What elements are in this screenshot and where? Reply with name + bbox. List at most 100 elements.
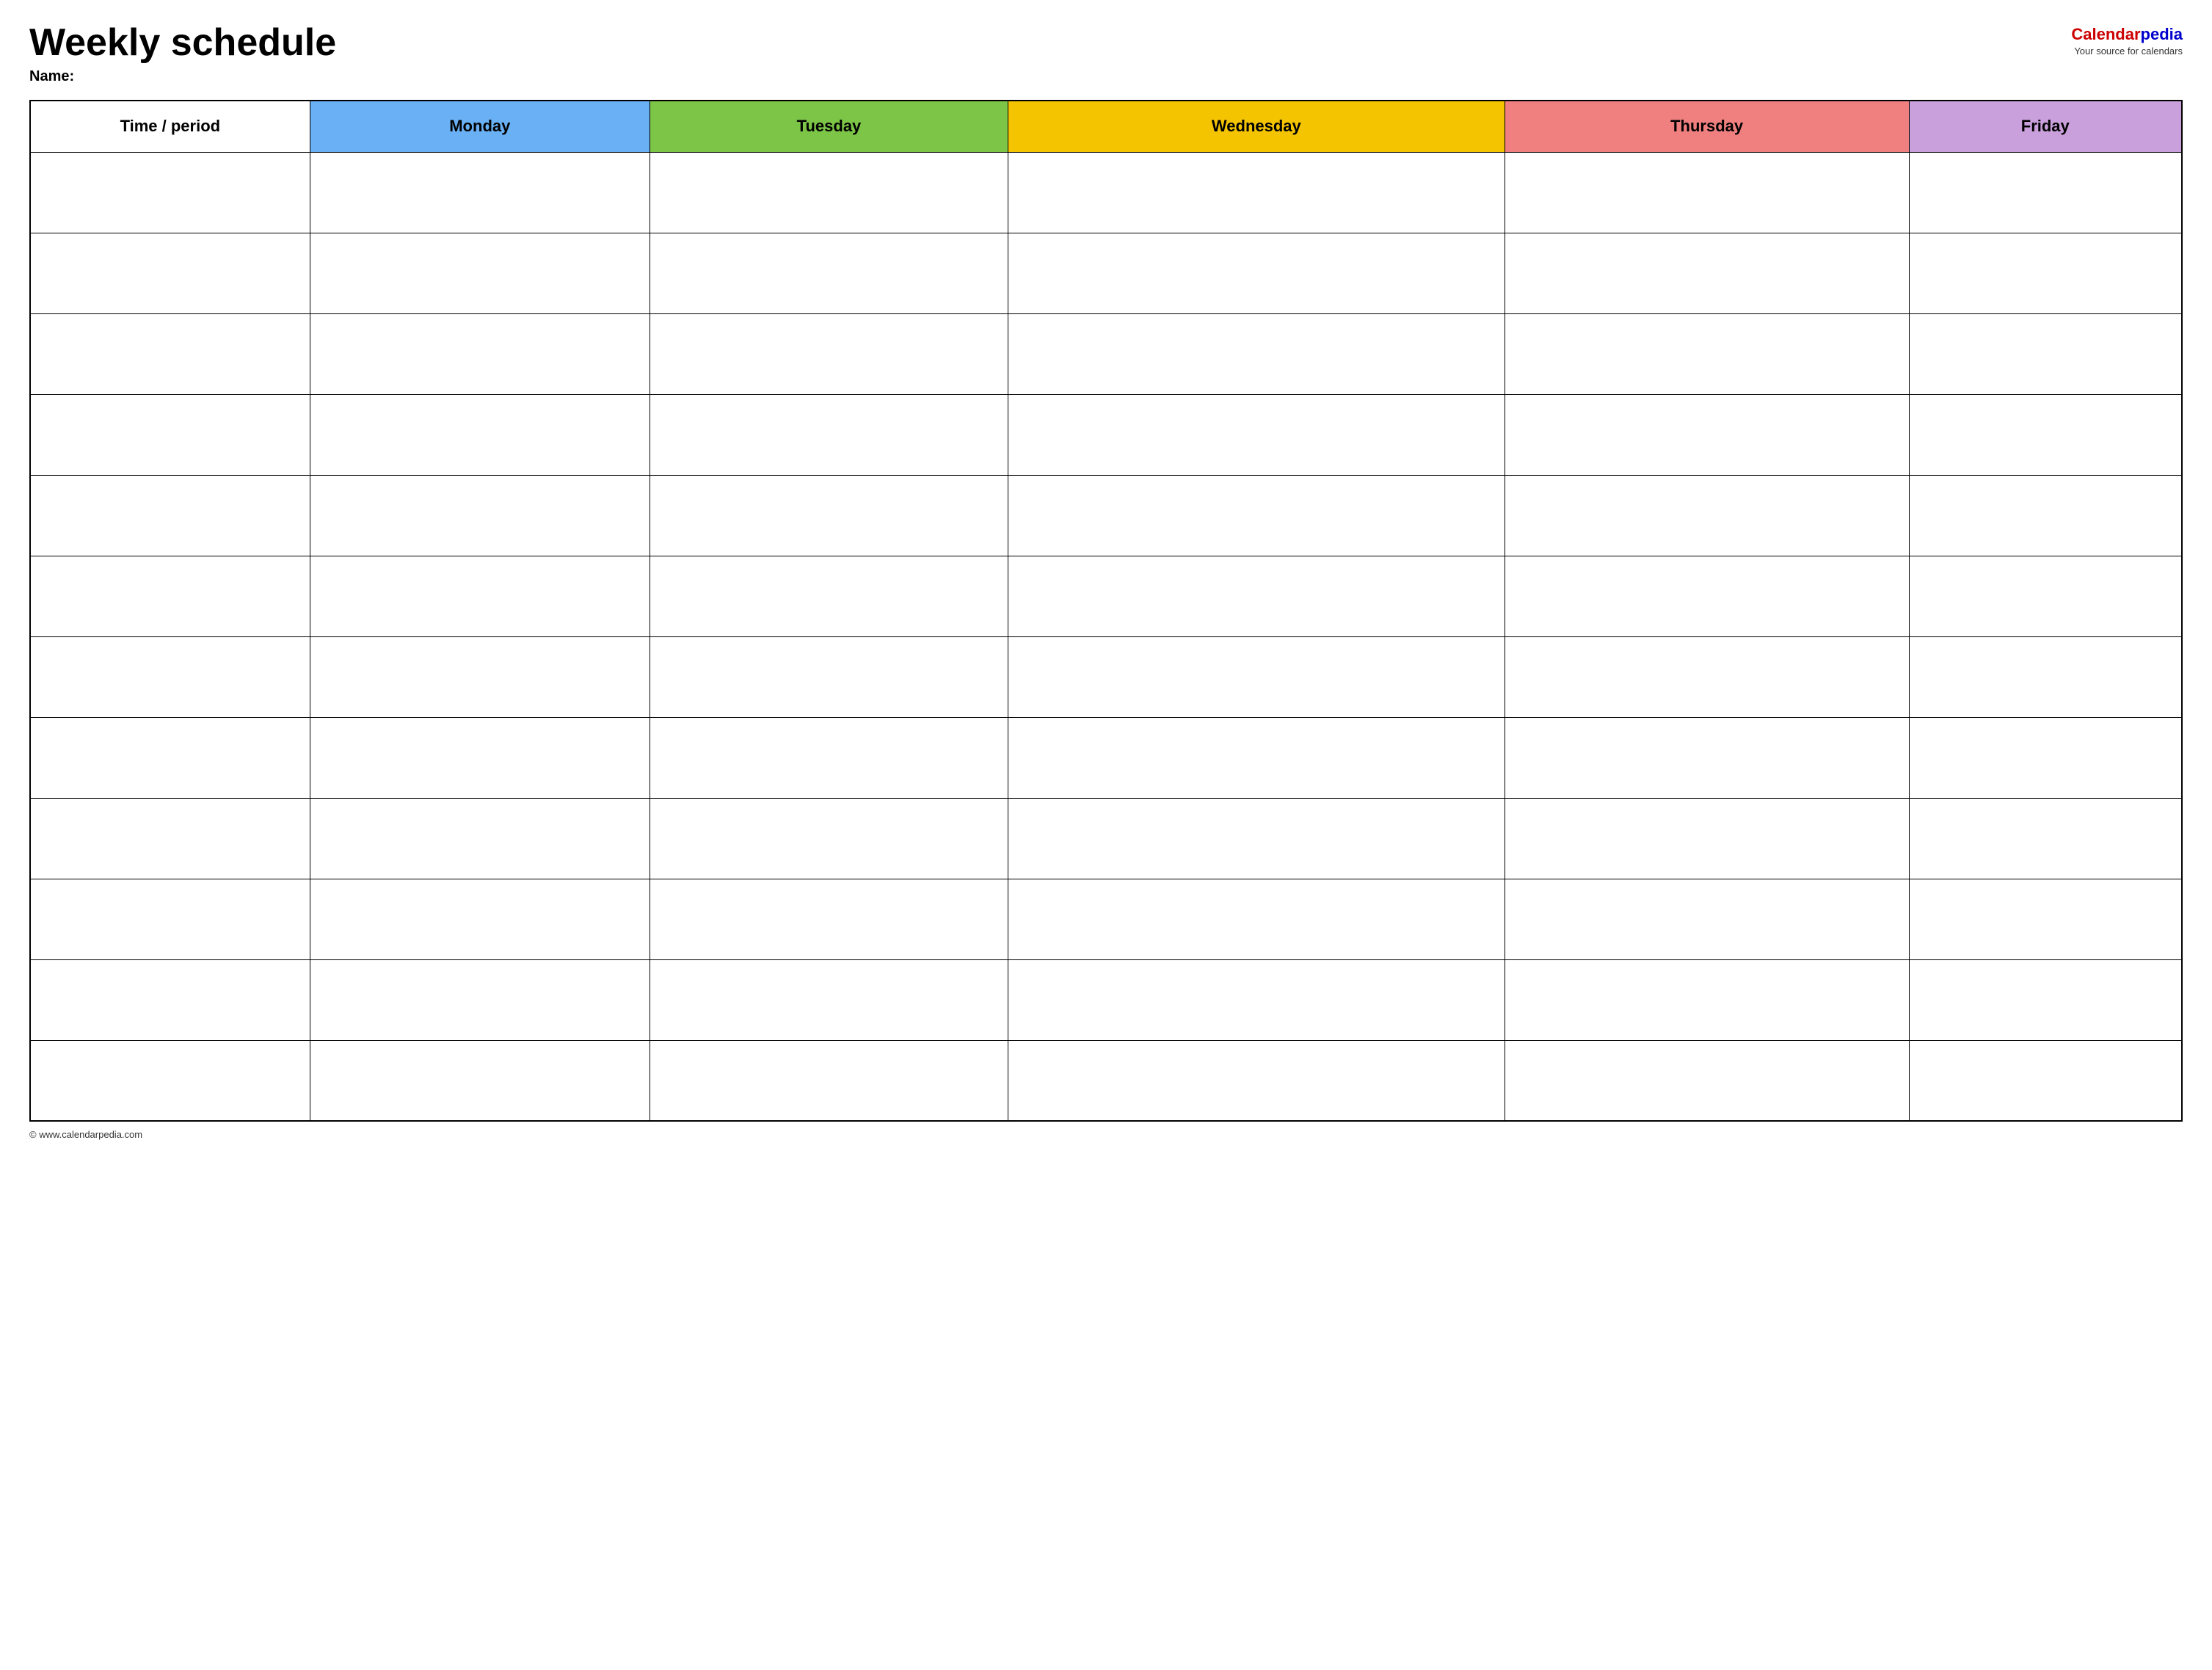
schedule-cell[interactable] bbox=[650, 717, 1008, 798]
schedule-cell[interactable] bbox=[1008, 233, 1505, 313]
table-row bbox=[30, 152, 2182, 233]
table-row bbox=[30, 717, 2182, 798]
table-row bbox=[30, 475, 2182, 556]
schedule-cell[interactable] bbox=[310, 798, 650, 879]
copyright: © www.calendarpedia.com bbox=[29, 1129, 142, 1140]
time-cell[interactable] bbox=[30, 394, 310, 475]
schedule-cell[interactable] bbox=[650, 556, 1008, 636]
logo-text: Calendarpedia bbox=[2071, 25, 2183, 44]
schedule-cell[interactable] bbox=[1505, 959, 1909, 1040]
header-row: Time / period Monday Tuesday Wednesday T… bbox=[30, 101, 2182, 152]
schedule-cell[interactable] bbox=[1008, 313, 1505, 394]
time-cell[interactable] bbox=[30, 717, 310, 798]
schedule-cell[interactable] bbox=[650, 636, 1008, 717]
schedule-cell[interactable] bbox=[1008, 879, 1505, 959]
schedule-cell[interactable] bbox=[1505, 152, 1909, 233]
schedule-cell[interactable] bbox=[310, 233, 650, 313]
time-cell[interactable] bbox=[30, 152, 310, 233]
schedule-cell[interactable] bbox=[310, 717, 650, 798]
schedule-cell[interactable] bbox=[310, 313, 650, 394]
schedule-cell[interactable] bbox=[1505, 313, 1909, 394]
table-row bbox=[30, 879, 2182, 959]
schedule-cell[interactable] bbox=[310, 959, 650, 1040]
time-cell[interactable] bbox=[30, 1040, 310, 1121]
page-title: Weekly schedule bbox=[29, 22, 336, 64]
schedule-cell[interactable] bbox=[1505, 233, 1909, 313]
title-section: Weekly schedule Name: bbox=[29, 22, 336, 85]
schedule-cell[interactable] bbox=[310, 879, 650, 959]
schedule-cell[interactable] bbox=[310, 394, 650, 475]
schedule-cell[interactable] bbox=[1008, 394, 1505, 475]
schedule-cell[interactable] bbox=[1505, 879, 1909, 959]
schedule-cell[interactable] bbox=[1909, 717, 2182, 798]
time-cell[interactable] bbox=[30, 959, 310, 1040]
header-wednesday: Wednesday bbox=[1008, 101, 1505, 152]
schedule-cell[interactable] bbox=[650, 1040, 1008, 1121]
schedule-cell[interactable] bbox=[1909, 394, 2182, 475]
schedule-cell[interactable] bbox=[310, 1040, 650, 1121]
schedule-cell[interactable] bbox=[1008, 475, 1505, 556]
time-cell[interactable] bbox=[30, 636, 310, 717]
schedule-cell[interactable] bbox=[1008, 636, 1505, 717]
schedule-cell[interactable] bbox=[1008, 1040, 1505, 1121]
schedule-cell[interactable] bbox=[1909, 313, 2182, 394]
schedule-cell[interactable] bbox=[1505, 394, 1909, 475]
schedule-cell[interactable] bbox=[1008, 152, 1505, 233]
logo-calendar: Calendar bbox=[2071, 25, 2140, 43]
footer: © www.calendarpedia.com bbox=[29, 1129, 2183, 1140]
header-time: Time / period bbox=[30, 101, 310, 152]
schedule-cell[interactable] bbox=[310, 636, 650, 717]
schedule-cell[interactable] bbox=[1909, 636, 2182, 717]
schedule-cell[interactable] bbox=[1909, 475, 2182, 556]
time-cell[interactable] bbox=[30, 233, 310, 313]
header-monday: Monday bbox=[310, 101, 650, 152]
schedule-cell[interactable] bbox=[1909, 1040, 2182, 1121]
time-cell[interactable] bbox=[30, 879, 310, 959]
schedule-cell[interactable] bbox=[650, 879, 1008, 959]
time-cell[interactable] bbox=[30, 475, 310, 556]
schedule-cell[interactable] bbox=[310, 152, 650, 233]
schedule-cell[interactable] bbox=[650, 475, 1008, 556]
schedule-cell[interactable] bbox=[1008, 959, 1505, 1040]
time-cell[interactable] bbox=[30, 313, 310, 394]
schedule-cell[interactable] bbox=[1909, 233, 2182, 313]
schedule-cell[interactable] bbox=[1505, 636, 1909, 717]
schedule-cell[interactable] bbox=[650, 233, 1008, 313]
schedule-cell[interactable] bbox=[650, 152, 1008, 233]
schedule-cell[interactable] bbox=[1008, 798, 1505, 879]
schedule-cell[interactable] bbox=[1909, 556, 2182, 636]
schedule-cell[interactable] bbox=[650, 313, 1008, 394]
table-row bbox=[30, 636, 2182, 717]
schedule-cell[interactable] bbox=[1909, 152, 2182, 233]
time-cell[interactable] bbox=[30, 556, 310, 636]
schedule-cell[interactable] bbox=[1505, 556, 1909, 636]
table-row bbox=[30, 556, 2182, 636]
schedule-cell[interactable] bbox=[650, 798, 1008, 879]
table-row bbox=[30, 394, 2182, 475]
table-row bbox=[30, 798, 2182, 879]
schedule-cell[interactable] bbox=[1505, 475, 1909, 556]
schedule-cell[interactable] bbox=[1008, 556, 1505, 636]
logo-tagline: Your source for calendars bbox=[2074, 46, 2183, 57]
schedule-cell[interactable] bbox=[1505, 798, 1909, 879]
schedule-table: Time / period Monday Tuesday Wednesday T… bbox=[29, 100, 2183, 1122]
schedule-cell[interactable] bbox=[1909, 959, 2182, 1040]
time-cell[interactable] bbox=[30, 798, 310, 879]
table-row bbox=[30, 1040, 2182, 1121]
schedule-cell[interactable] bbox=[310, 475, 650, 556]
schedule-cell[interactable] bbox=[1505, 1040, 1909, 1121]
name-label: Name: bbox=[29, 68, 336, 85]
schedule-cell[interactable] bbox=[1505, 717, 1909, 798]
table-row bbox=[30, 233, 2182, 313]
table-row bbox=[30, 313, 2182, 394]
page-header: Weekly schedule Name: Calendarpedia Your… bbox=[29, 22, 2183, 85]
schedule-cell[interactable] bbox=[310, 556, 650, 636]
schedule-cell[interactable] bbox=[1909, 879, 2182, 959]
logo-pedia: pedia bbox=[2141, 25, 2183, 43]
header-tuesday: Tuesday bbox=[650, 101, 1008, 152]
table-row bbox=[30, 959, 2182, 1040]
schedule-cell[interactable] bbox=[650, 959, 1008, 1040]
schedule-cell[interactable] bbox=[1909, 798, 2182, 879]
schedule-cell[interactable] bbox=[650, 394, 1008, 475]
schedule-cell[interactable] bbox=[1008, 717, 1505, 798]
